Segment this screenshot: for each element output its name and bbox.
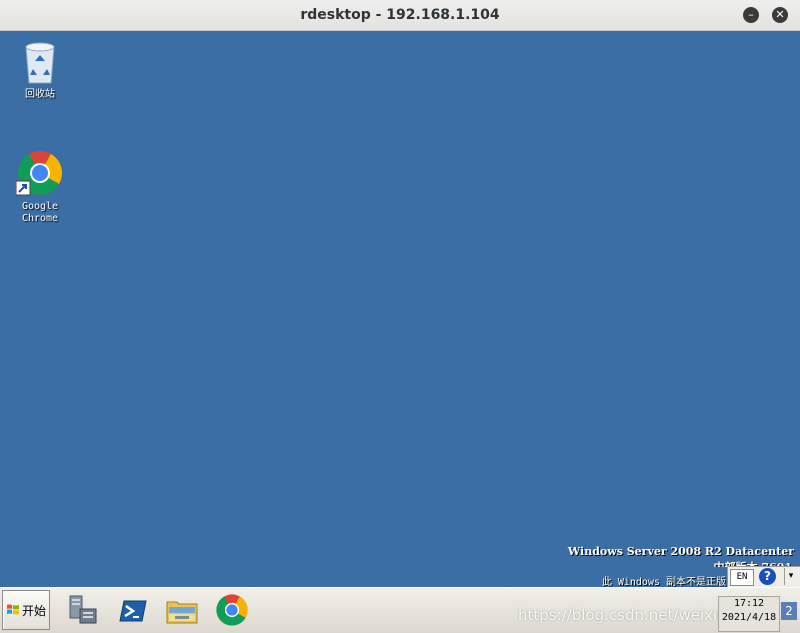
taskbar: 开始 https://blog.csdn.net/weixin_4… 17:12… xyxy=(0,587,800,633)
windows-logo-icon xyxy=(6,604,19,615)
language-indicator[interactable]: EN xyxy=(730,569,754,586)
taskbar-powershell[interactable] xyxy=(116,593,150,627)
chrome-icon xyxy=(216,594,248,626)
langbar-options-icon[interactable]: ▾ xyxy=(784,568,797,585)
desktop-icon-google-chrome[interactable]: Google Chrome xyxy=(8,149,72,225)
chrome-label-line2: Chrome xyxy=(21,213,59,224)
chrome-label-line1: Google xyxy=(21,201,59,212)
help-icon[interactable]: ? xyxy=(759,568,776,585)
minimize-icon: – xyxy=(748,8,754,21)
close-icon: ✕ xyxy=(775,8,785,21)
recycle-bin-label: 回收站 xyxy=(25,89,55,100)
powershell-icon xyxy=(119,600,147,622)
start-button[interactable]: 开始 xyxy=(2,590,50,630)
clock-date: 2021/4/18 xyxy=(721,612,777,623)
clock-time: 17:12 xyxy=(733,598,765,609)
minimize-button[interactable]: – xyxy=(743,7,759,23)
window-title: rdesktop - 192.168.1.104 xyxy=(300,7,500,23)
language-bar[interactable]: EN ? ▾ xyxy=(727,566,800,588)
chrome-icon xyxy=(15,151,62,196)
recycle-bin-icon xyxy=(25,42,55,84)
taskbar-explorer[interactable] xyxy=(165,593,199,627)
start-label: 开始 xyxy=(21,603,46,618)
explorer-icon xyxy=(166,601,198,624)
notification-badge[interactable]: 2 xyxy=(781,602,797,620)
window-titlebar[interactable]: rdesktop - 192.168.1.104 – ✕ xyxy=(0,0,800,31)
taskbar-server-manager[interactable] xyxy=(66,593,100,627)
desktop[interactable]: 回收站 Google Chrome Windows Server 2008 R2… xyxy=(0,31,800,588)
taskbar-chrome[interactable] xyxy=(215,593,249,627)
watermark-line1: Windows Server 2008 R2 Datacenter xyxy=(567,545,794,558)
taskbar-clock[interactable]: 17:12 2021/4/18 xyxy=(718,596,780,632)
close-button[interactable]: ✕ xyxy=(772,7,788,23)
watermark-line3: 此 Windows 副本不是正版 xyxy=(601,577,726,588)
server-manager-icon xyxy=(69,595,97,624)
desktop-icon-recycle-bin[interactable]: 回收站 xyxy=(8,39,72,101)
